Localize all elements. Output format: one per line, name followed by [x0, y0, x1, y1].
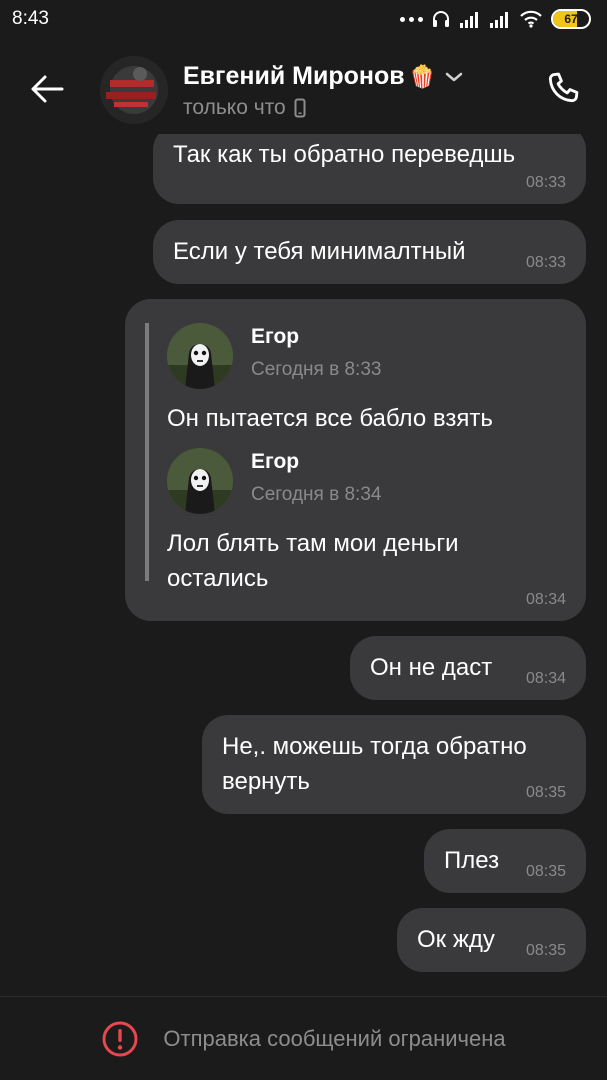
restriction-text: Отправка сообщений ограничена: [163, 1025, 506, 1051]
mobile-icon: [294, 98, 306, 118]
message-bubble[interactable]: Если у тебя минималтный 08:33: [153, 220, 586, 284]
call-button[interactable]: [541, 66, 585, 110]
message-bubble[interactable]: Не,. можешь тогда обратно вернуть 08:35: [202, 715, 586, 814]
back-arrow-icon: [31, 75, 64, 103]
message-bubble[interactable]: Так как ты обратно переведшь 08:33: [153, 134, 586, 204]
chat-header: Евгений Миронов 🍿 только что: [0, 42, 607, 134]
signal-icon: [460, 12, 478, 28]
more-dots-icon: [400, 16, 423, 22]
forwarded-message[interactable]: Егор Сегодня в 8:34 Лол блять там мои де…: [167, 448, 547, 596]
contact-name: Евгений Миронов: [183, 62, 405, 90]
chevron-down-icon: [445, 72, 463, 81]
back-button[interactable]: [26, 68, 68, 110]
forwarded-text: Он пытается все бабло взять: [167, 405, 493, 432]
forwarded-text: Лол блять там мои деньги остались: [167, 530, 459, 592]
forwarded-message[interactable]: Егор Сегодня в 8:33 Он пытается все бабл…: [167, 323, 547, 436]
message-time: 08:35: [525, 942, 566, 959]
message-text: Так как ты обратно переведшь: [173, 141, 516, 168]
phone-icon: [548, 72, 579, 103]
forwarded-author-name[interactable]: Егор: [251, 325, 381, 349]
forwarded-author-name[interactable]: Егор: [251, 450, 381, 474]
message-bubble[interactable]: Плез 08:35: [424, 829, 586, 893]
forwarded-author-avatar[interactable]: [167, 323, 233, 389]
forwarded-block: Егор Сегодня в 8:33 Он пытается все бабл…: [145, 323, 547, 592]
message-bubble[interactable]: Он не даст 08:34: [350, 636, 586, 700]
message-text: Если у тебя минималтный: [173, 238, 466, 265]
message-time: 08:33: [525, 254, 566, 271]
contact-name-row[interactable]: Евгений Миронов 🍿: [183, 62, 464, 91]
battery-level: 67: [564, 12, 578, 26]
message-text: Ок жду: [417, 926, 495, 953]
message-time: 08:35: [525, 784, 566, 801]
popcorn-emoji: 🍿: [408, 63, 437, 89]
message-bubble[interactable]: Ок жду 08:35: [397, 908, 586, 972]
message-text: Не,. можешь тогда обратно вернуть: [222, 733, 527, 795]
wifi-icon: [520, 10, 542, 28]
message-text: Он не даст: [370, 654, 493, 681]
status-icons: 67: [400, 9, 591, 29]
battery-icon: 67: [551, 9, 591, 29]
contact-status-row: только что: [183, 96, 306, 120]
contact-status: только что: [183, 96, 286, 119]
forwarded-date: Сегодня в 8:34: [251, 484, 382, 505]
status-bar: 8:43 67: [0, 0, 607, 42]
message-list[interactable]: Так как ты обратно переведшь 08:33 Если …: [0, 134, 607, 996]
message-text: Плез: [444, 847, 500, 874]
forwarded-author-avatar[interactable]: [167, 448, 233, 514]
message-time: 08:33: [525, 174, 566, 191]
messaging-restricted-banner: Отправка сообщений ограничена: [0, 996, 607, 1080]
contact-avatar[interactable]: [100, 56, 168, 124]
headphones-icon: [433, 11, 449, 27]
message-time: 08:35: [525, 863, 566, 880]
message-time: 08:34: [525, 591, 566, 608]
message-time: 08:34: [525, 670, 566, 687]
signal-icon: [490, 12, 508, 28]
status-time: 8:43: [12, 8, 49, 29]
forwarded-message-bubble[interactable]: Егор Сегодня в 8:33 Он пытается все бабл…: [125, 299, 586, 621]
alert-circle-icon: [102, 1021, 138, 1056]
forwarded-date: Сегодня в 8:33: [251, 359, 382, 380]
